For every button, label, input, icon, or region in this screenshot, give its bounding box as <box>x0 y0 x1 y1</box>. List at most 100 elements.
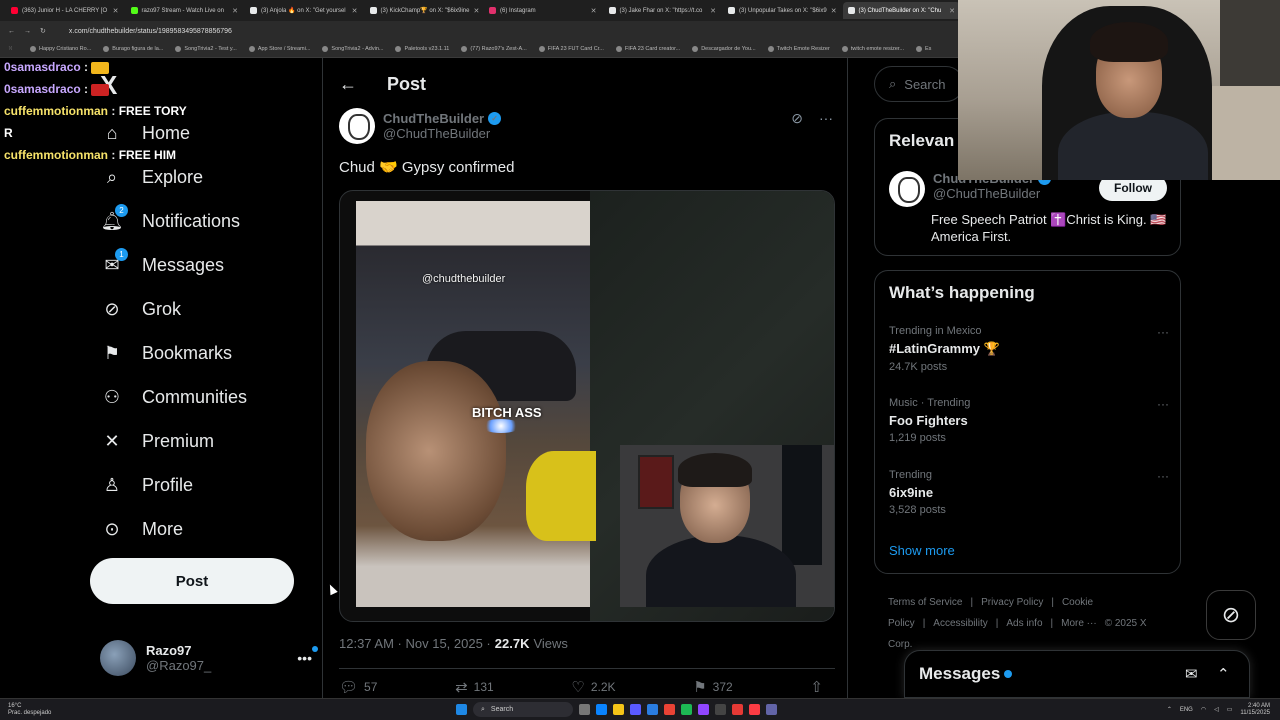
battery-icon[interactable]: ▭ <box>1227 706 1233 713</box>
browser-tab[interactable]: (3) ChudTheBuilder on X: "Chu ✕ <box>842 2 960 19</box>
footer-link[interactable]: Accessibility <box>933 618 987 629</box>
browser-tab[interactable]: (3) Unpopular Takes on X: "$6ix9 ✕ <box>723 2 841 19</box>
bookmark-item[interactable]: SongTrivia2 - Advin... <box>322 46 383 52</box>
nav-item-more[interactable]: ⊙ More <box>100 514 183 544</box>
wifi-icon[interactable]: ◠ <box>1201 706 1206 713</box>
store-icon[interactable] <box>630 704 641 715</box>
show-more-link[interactable]: Show more <box>889 543 955 558</box>
more-dots-icon[interactable]: ··· <box>819 110 833 127</box>
clock[interactable]: 2:40 AM 11/15/2025 <box>1240 703 1270 717</box>
discord-icon[interactable] <box>698 704 709 715</box>
chat-username[interactable]: 0samasdraco <box>4 60 81 74</box>
more-dots-icon[interactable]: ··· <box>1157 397 1169 411</box>
edge-icon[interactable] <box>596 704 607 715</box>
browser-tab[interactable]: (3) Jake Fhar on X: "https://t.co ✕ <box>604 2 722 19</box>
bookmark-item[interactable]: App Store / Streami... <box>248 46 310 52</box>
back-arrow-icon[interactable]: ← <box>339 74 357 95</box>
nav-item-messages[interactable]: ✉ 1 Messages <box>100 248 224 280</box>
bookmark-item[interactable]: FIFA 23 FUT Card Cr... <box>538 46 604 52</box>
close-icon[interactable]: ✕ <box>352 7 358 15</box>
more-dots-icon[interactable]: ••• <box>297 646 318 666</box>
footer-link[interactable]: Terms of Service <box>888 597 962 608</box>
forward-nav-icon[interactable]: → <box>24 28 31 35</box>
bookmark-item[interactable]: Burago figura de la... <box>103 46 163 52</box>
bookmark-item[interactable]: Descargador de You... <box>692 46 756 52</box>
browser-tab[interactable]: razo97 Stream - Watch Live on ✕ <box>126 2 244 19</box>
more-dots-icon[interactable]: ··· <box>1157 325 1169 339</box>
mail-icon[interactable] <box>647 704 658 715</box>
browser-tab[interactable]: (3) Anjola 🔥 on X: "Get yoursel ✕ <box>245 2 363 19</box>
post-video[interactable]: @chudthebuilder BITCH ASS <box>339 190 835 622</box>
account-switcher[interactable]: Razo97 @Razo97_ ••• <box>100 638 318 678</box>
task-view-icon[interactable] <box>579 704 590 715</box>
reply-button[interactable]: 💬︎ 57 <box>339 678 377 696</box>
chrome-icon[interactable] <box>664 704 675 715</box>
teams-icon[interactable] <box>766 704 777 715</box>
chat-username[interactable]: 0samasdraco <box>4 82 81 96</box>
apps-grid-icon[interactable]: ⁙ <box>8 46 13 52</box>
author-handle[interactable]: @ChudTheBuilder <box>383 126 501 141</box>
avatar[interactable] <box>889 171 925 207</box>
like-button[interactable]: ♡ 2.2K <box>571 678 615 696</box>
chat-username[interactable]: R <box>4 126 13 140</box>
chat-username[interactable]: cuffemmotionman <box>4 104 108 118</box>
bookmark-item[interactable]: Paletools v23.1.11 <box>395 46 449 52</box>
reload-icon[interactable]: ↻ <box>40 27 46 35</box>
compose-message-icon[interactable]: ✉ <box>1185 665 1198 683</box>
close-icon[interactable]: ✕ <box>831 7 837 15</box>
back-nav-icon[interactable]: ← <box>8 28 15 35</box>
share-button[interactable]: ⇧ <box>810 678 823 696</box>
close-icon[interactable]: ✕ <box>591 7 597 15</box>
post-timestamp[interactable]: 12:37 AM · Nov 15, 2025 · <box>339 636 491 651</box>
close-icon[interactable]: ✕ <box>113 7 119 15</box>
url-field[interactable]: x.com/chudthebuilder/status/198958349587… <box>69 28 232 35</box>
obs-icon[interactable] <box>732 704 743 715</box>
bookmark-item[interactable]: Happy Cristiano Ro... <box>30 46 91 52</box>
bookmark-item[interactable]: FIFA 23 Card creator... <box>615 46 680 52</box>
bookmark-item[interactable]: Twitch Emote Resizer <box>767 46 830 52</box>
close-icon[interactable]: ✕ <box>710 7 716 15</box>
footer-link[interactable]: Ads info <box>1006 618 1042 629</box>
weather-widget[interactable]: 16°C Prac. despejado <box>8 703 51 717</box>
close-icon[interactable]: ✕ <box>949 7 955 15</box>
volume-icon[interactable]: ◁ <box>1214 706 1219 713</box>
search-input[interactable]: ⌕ Search <box>874 66 964 102</box>
bookmark-item[interactable]: Es <box>916 46 931 52</box>
browser-tab[interactable]: (6) Instagram ✕ <box>484 2 602 19</box>
close-icon[interactable]: ✕ <box>232 7 238 15</box>
bookmark-item[interactable]: twitch emote resizer... <box>841 46 904 52</box>
lang-indicator[interactable]: ENG <box>1180 707 1193 713</box>
close-icon[interactable]: ✕ <box>473 7 479 15</box>
file-explorer-icon[interactable] <box>613 704 624 715</box>
grok-fab-button[interactable]: ⊘ <box>1206 590 1256 640</box>
spotify-icon[interactable] <box>681 704 692 715</box>
trend-item[interactable]: Music · Trending Foo Fighters 1,219 posts ·… <box>889 397 1169 444</box>
browser-tab[interactable]: (363) Junior H - LA CHERRY [O ✕ <box>6 2 124 19</box>
post-author[interactable]: ChudTheBuilder ✓ @ChudTheBuilder <box>339 108 502 144</box>
nav-item-explore[interactable]: ⌕ Explore <box>100 162 203 192</box>
author-name[interactable]: ChudTheBuilder <box>383 111 484 126</box>
post-button[interactable]: Post <box>90 558 294 604</box>
chevron-up-icon[interactable]: ⌃ <box>1217 665 1230 683</box>
trend-item[interactable]: Trending in Mexico #LatinGrammy 🏆 24.7K po… <box>889 325 1169 373</box>
avatar[interactable] <box>339 108 375 144</box>
browser-tab[interactable]: (3) KickChamp🏆 on X: "$6ix9ine ✕ <box>365 2 483 19</box>
start-icon[interactable] <box>456 704 467 715</box>
nav-item-communities[interactable]: ⚇ Communities <box>100 382 247 412</box>
nav-item-grok[interactable]: ⊘ Grok <box>100 294 181 324</box>
chat-username[interactable]: cuffemmotionman <box>4 148 108 162</box>
trend-item[interactable]: Trending 6ix9ine 3,528 posts ··· <box>889 469 1169 516</box>
more-dots-icon[interactable]: ··· <box>1157 469 1169 483</box>
settings-icon[interactable] <box>715 704 726 715</box>
relevant-user-handle[interactable]: @ChudTheBuilder <box>933 186 1051 201</box>
bookmark-button[interactable]: ⚑ 372 <box>693 678 732 696</box>
bookmark-item[interactable]: SongTrivia2 - Test y... <box>175 46 237 52</box>
messages-drawer[interactable]: Messages ✉ ⌃ <box>904 650 1250 698</box>
taskbar-search[interactable]: ⌕ Search <box>473 702 573 717</box>
nav-item-profile[interactable]: ♙ Profile <box>100 470 193 500</box>
chevron-up-icon[interactable]: ⌃ <box>1167 706 1172 713</box>
repost-button[interactable]: ⇄ 131 <box>455 678 494 696</box>
footer-link[interactable]: Privacy Policy <box>981 597 1043 608</box>
grok-icon[interactable]: ⊘ <box>791 110 803 127</box>
bookmark-item[interactable]: (77) Razo97's Zest-A... <box>461 46 527 52</box>
